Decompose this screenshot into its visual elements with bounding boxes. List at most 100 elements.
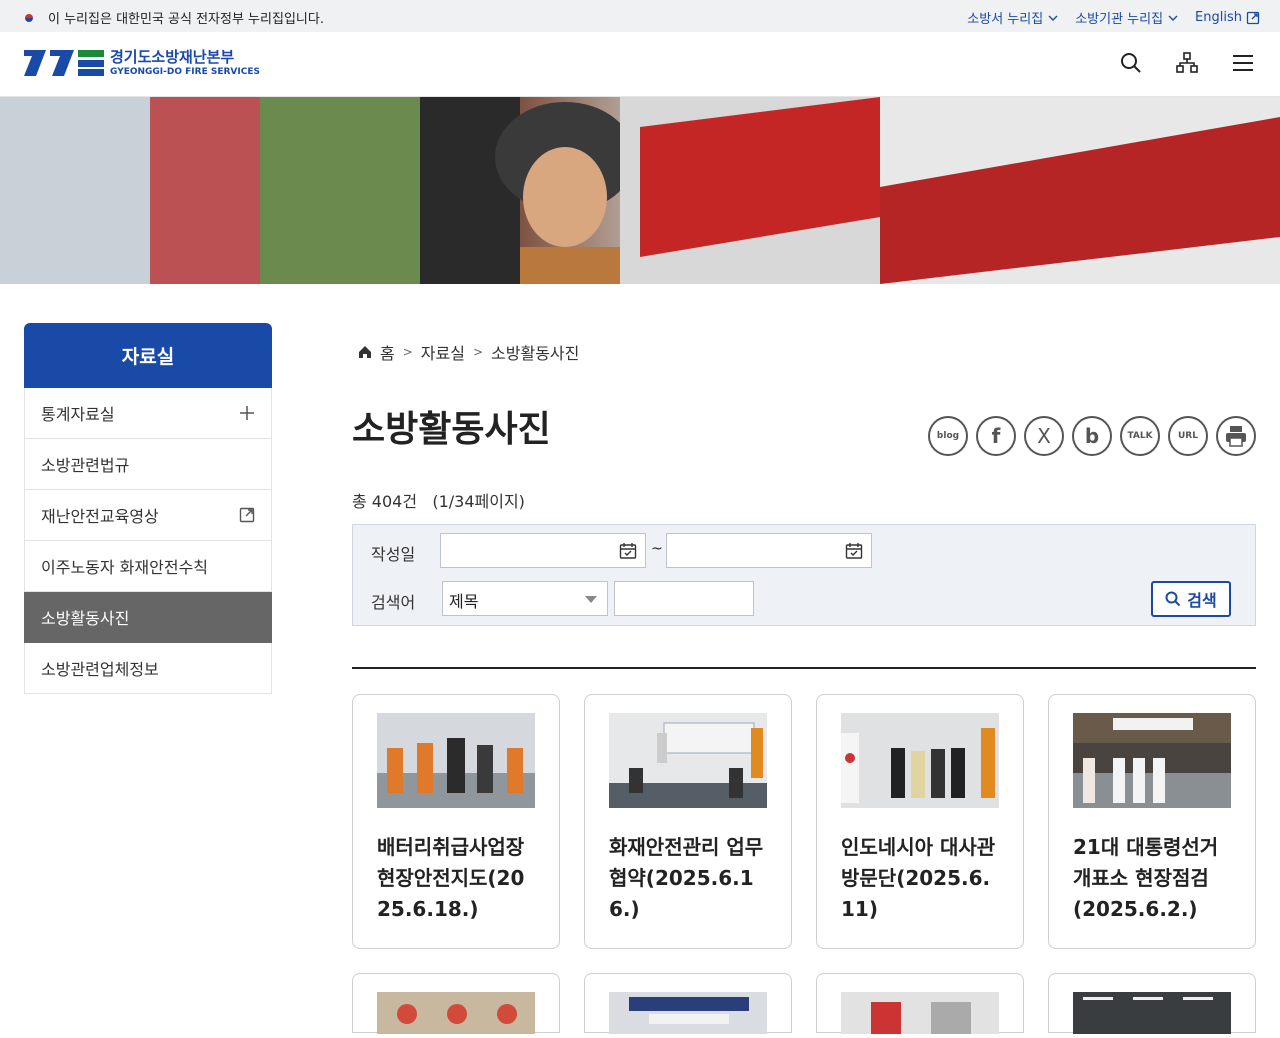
card-title: 배터리취급사업장 현장안전지도(2025.6.18.): [377, 835, 525, 921]
activity-photo: [609, 992, 767, 1034]
sidebar-item-label: 소방관련업체정보: [41, 660, 159, 679]
blog-icon: blog: [936, 431, 960, 441]
search-button-label: 검색: [1187, 591, 1217, 610]
fire-station-sites-label: 소방서 누리집: [967, 12, 1044, 27]
chevron-right-icon: >: [472, 345, 484, 359]
gov-notice: 이 누리집은 대한민국 공식 전자정부 누리집입니다.: [20, 8, 324, 27]
x-share-button[interactable]: X: [1024, 416, 1064, 456]
english-label: English: [1195, 10, 1242, 25]
fire-station-sites-link[interactable]: 소방서 누리집: [967, 8, 1059, 27]
list-divider: [352, 667, 1256, 669]
logo-name: 경기도소방재난본부: [110, 47, 235, 66]
activity-photo: [609, 713, 767, 808]
gov-notice-text: 이 누리집은 대한민국 공식 전자정부 누리집입니다.: [48, 12, 324, 27]
start-date-input[interactable]: [440, 533, 646, 568]
activity-photo: [377, 992, 535, 1034]
main-content: 홈 > 자료실 > 소방활동사진 소방활동사진 blog f X b TALK …: [352, 340, 1256, 1034]
breadcrumb-current[interactable]: 소방활동사진: [491, 340, 579, 364]
result-count: 총 404건 (1/34페이지): [352, 488, 525, 512]
end-date-input[interactable]: [666, 533, 872, 568]
gallery-card[interactable]: [584, 973, 792, 1034]
external-link-icon: [239, 507, 255, 523]
breadcrumb-home[interactable]: 홈: [380, 340, 395, 364]
calendar-icon[interactable]: [619, 542, 637, 560]
url-copy-button[interactable]: URL: [1168, 416, 1208, 456]
english-link[interactable]: English: [1195, 8, 1260, 27]
page-title: 소방활동사진: [352, 409, 551, 450]
site-logo[interactable]: 경기도소방재난본부 GYEONGGI-DO FIRE SERVICES: [24, 48, 260, 78]
print-button[interactable]: [1216, 416, 1256, 456]
kakaotalk-share-button[interactable]: TALK: [1120, 416, 1160, 456]
sidebar-item-statistics[interactable]: 통계자료실: [24, 388, 272, 439]
calendar-icon[interactable]: [845, 542, 863, 560]
activity-photo: [377, 713, 535, 808]
photo-gallery: 배터리취급사업장 현장안전지도(2025.6.18.) 화재안전관리 업무협약(…: [352, 694, 1256, 1034]
facebook-share-button[interactable]: f: [976, 416, 1016, 456]
activity-photo: [841, 992, 999, 1034]
search-icon: [1165, 591, 1181, 607]
keyword-label: 검색어: [371, 593, 416, 612]
search-button[interactable]: 검색: [1151, 581, 1231, 617]
activity-photo: [841, 713, 999, 808]
activity-photo: [1073, 992, 1231, 1034]
home-icon: [359, 346, 371, 358]
gallery-card[interactable]: 21대 대통령선거 개표소 현장점검(2025.6.2.): [1048, 694, 1256, 949]
date-label: 작성일: [371, 545, 416, 564]
korea-flag-icon: [20, 12, 38, 24]
page-info: (1/34페이지): [432, 492, 525, 511]
card-title: 화재안전관리 업무협약(2025.6.16.): [609, 835, 764, 921]
sitemap-icon[interactable]: [1176, 52, 1198, 74]
x-icon: X: [1037, 424, 1051, 448]
sidebar-item-label: 이주노동자 화재안전수칙: [41, 558, 209, 577]
talk-icon: TALK: [1127, 431, 1153, 441]
keyword-input[interactable]: [614, 581, 754, 616]
sidebar-menu: 자료실 통계자료실 소방관련법규 재난안전교육영상 이주노동자 화재안전수칙 소…: [24, 323, 272, 694]
band-icon: b: [1084, 424, 1100, 448]
menu-icon[interactable]: [1232, 52, 1254, 74]
sidebar-title: 자료실: [24, 323, 272, 388]
chevron-right-icon: >: [402, 345, 413, 359]
top-gov-bar: 이 누리집은 대한민국 공식 전자정부 누리집입니다. 소방서 누리집 소방기관…: [0, 0, 1280, 32]
fire-agency-sites-label: 소방기관 누리집: [1075, 12, 1164, 27]
search-panel: 작성일 ~ 검색어 제목 검색: [352, 524, 1256, 626]
sidebar-item-company-info[interactable]: 소방관련업체정보: [24, 643, 272, 694]
blog-share-button[interactable]: blog: [928, 416, 968, 456]
site-header: 경기도소방재난본부 GYEONGGI-DO FIRE SERVICES: [0, 32, 1280, 97]
chevron-down-icon: [1048, 15, 1058, 21]
card-title: 인도네시아 대사관 방문단(2025.6.11): [841, 835, 996, 921]
sidebar-item-label: 재난안전교육영상: [41, 507, 159, 526]
fire-agency-sites-link[interactable]: 소방기관 누리집: [1075, 8, 1179, 27]
external-link-icon: [1246, 11, 1260, 24]
chevron-down-icon: [1168, 15, 1178, 21]
print-icon: [1226, 426, 1246, 447]
url-icon: URL: [1178, 431, 1198, 441]
card-title: 21대 대통령선거 개표소 현장점검(2025.6.2.): [1073, 835, 1219, 921]
logo-mark-icon: [24, 50, 104, 76]
sidebar-item-migrant-fire-safety[interactable]: 이주노동자 화재안전수칙: [24, 541, 272, 592]
gallery-card[interactable]: 화재안전관리 업무협약(2025.6.16.): [584, 694, 792, 949]
breadcrumb-archive[interactable]: 자료실: [421, 340, 465, 364]
sidebar-item-fire-laws[interactable]: 소방관련법규: [24, 439, 272, 490]
gallery-card[interactable]: 인도네시아 대사관 방문단(2025.6.11): [816, 694, 1024, 949]
sidebar-item-safety-videos[interactable]: 재난안전교육영상: [24, 490, 272, 541]
gallery-card[interactable]: [816, 973, 1024, 1034]
firefighter-photo-icon: [0, 97, 1280, 284]
sidebar-item-label: 통계자료실: [41, 405, 115, 424]
facebook-icon: f: [991, 424, 1001, 448]
sidebar-item-activity-photos[interactable]: 소방활동사진: [24, 592, 272, 643]
hero-banner-image: [0, 97, 1280, 284]
logo-name-en: GYEONGGI-DO FIRE SERVICES: [110, 66, 260, 77]
search-field-value: 제목: [449, 592, 479, 611]
search-icon[interactable]: [1120, 52, 1142, 74]
gallery-card[interactable]: [352, 973, 560, 1034]
breadcrumb: 홈 > 자료실 > 소방활동사진: [358, 340, 1256, 364]
search-field-select[interactable]: 제목: [442, 581, 608, 616]
total-count: 총 404건: [352, 492, 418, 511]
gallery-card[interactable]: [1048, 973, 1256, 1034]
gallery-card[interactable]: 배터리취급사업장 현장안전지도(2025.6.18.): [352, 694, 560, 949]
dropdown-arrow-icon: [585, 596, 597, 603]
date-range-separator: ~: [651, 541, 663, 557]
activity-photo: [1073, 713, 1231, 808]
plus-icon: [240, 406, 254, 420]
band-share-button[interactable]: b: [1072, 416, 1112, 456]
